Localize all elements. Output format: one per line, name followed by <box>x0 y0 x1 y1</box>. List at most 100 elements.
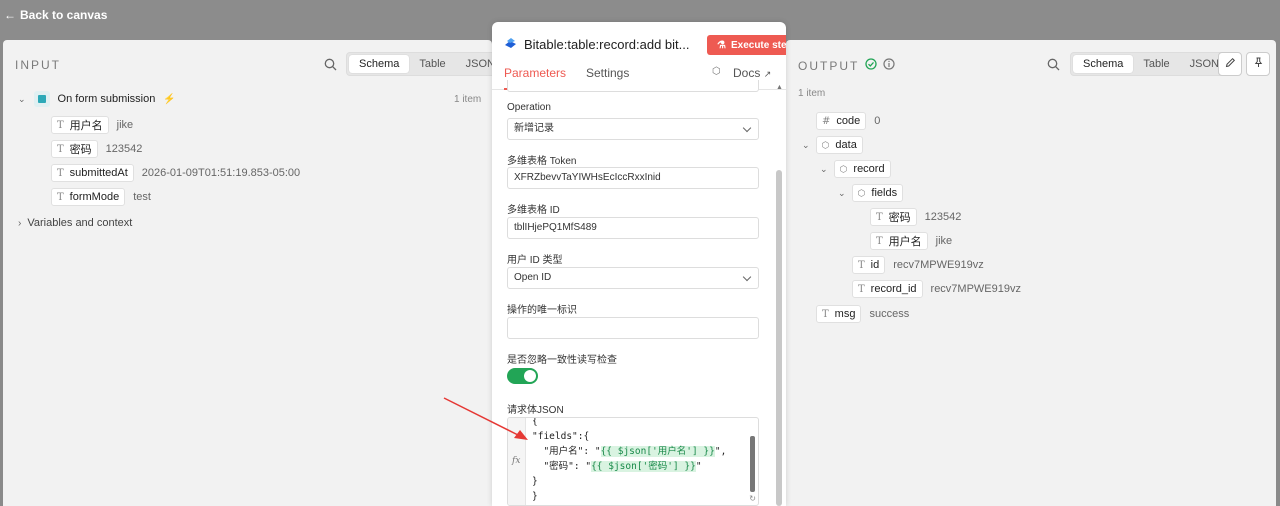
object-row: ⌄ ⬡ fields <box>838 184 904 202</box>
field-key[interactable]: ⬡ fields <box>851 184 904 202</box>
body-json-editor[interactable]: fx { "fields":{ "用户名": "{{ $json['用户名'] … <box>507 417 759 506</box>
chevron-down-icon[interactable]: ⌄ <box>838 188 846 199</box>
output-header: OUTPUT <box>798 58 895 73</box>
user-id-type-label: 用户 ID 类型 <box>507 255 563 266</box>
object-type-icon: ⬡ <box>839 163 848 174</box>
object-row: ⌄ ⬡ record <box>820 160 891 178</box>
execute-label: Execute step <box>730 39 786 51</box>
token-label: 多维表格 Token <box>507 156 577 167</box>
lightning-icon: ⚡ <box>163 93 176 105</box>
back-to-canvas-button[interactable]: ← Back to canvas <box>4 8 107 22</box>
output-item-count: 1 item <box>798 88 826 99</box>
field-row: Trecord_id recv7MPWE919vz <box>852 280 1021 298</box>
search-icon[interactable] <box>319 53 341 75</box>
field-key[interactable]: ⬡ record <box>833 160 891 178</box>
back-label: Back to canvas <box>20 8 108 22</box>
text-type-icon: T <box>822 308 829 320</box>
operation-label: Operation <box>507 102 551 113</box>
field-key[interactable]: T 密码 <box>870 208 917 226</box>
search-icon[interactable] <box>1042 53 1064 75</box>
text-type-icon: T <box>876 235 883 247</box>
node-editor-header: Bitable:table:record:add bit... ⚗ Execut… <box>492 22 786 66</box>
table-id-label: 多维表格 ID <box>507 205 560 216</box>
input-view-toggle: Schema Table JSON <box>346 52 508 76</box>
scroll-up-icon[interactable]: ▲ <box>776 84 783 91</box>
field-row: TformMode test <box>51 188 151 206</box>
field-value: recv7MPWE919vz <box>930 283 1022 295</box>
input-tab-table[interactable]: Table <box>409 55 455 73</box>
field-key[interactable]: T 用户名 <box>51 116 109 134</box>
output-panel: OUTPUT Schema Table JSON 1 item # code 0 … <box>786 40 1276 506</box>
form-node-icon <box>33 91 50 107</box>
output-view-toggle: Schema Table JSON <box>1070 52 1232 76</box>
node-title[interactable]: Bitable:table:record:add bit... <box>524 37 690 52</box>
field-value: success <box>869 308 910 320</box>
code-scrollbar-thumb[interactable] <box>750 436 755 492</box>
text-type-icon: T <box>57 191 64 203</box>
object-row: ⌄ ⬡ data <box>802 136 863 154</box>
input-tab-schema[interactable]: Schema <box>349 55 410 73</box>
object-type-icon: ⬡ <box>821 139 830 150</box>
field-value: 123542 <box>924 211 962 223</box>
field-key[interactable]: T 用户名 <box>870 232 928 250</box>
field-key[interactable]: Tid <box>852 256 886 274</box>
field-row: T 用户名 jike <box>870 232 952 250</box>
output-title: OUTPUT <box>798 58 860 73</box>
external-link-icon: ↗ <box>763 69 772 79</box>
cube-icon: ⬡ <box>712 66 721 77</box>
text-type-icon: T <box>57 167 64 179</box>
info-icon[interactable] <box>883 58 895 73</box>
arrow-left-icon: ← <box>4 8 16 22</box>
node-row[interactable]: ⌄ On form submission ⚡ <box>18 91 176 107</box>
field-key[interactable]: Tmsg <box>816 305 862 323</box>
field-row: Tid recv7MPWE919vz <box>852 256 984 274</box>
chevron-down-icon[interactable]: ⌄ <box>820 164 828 175</box>
object-type-icon: ⬡ <box>857 187 866 198</box>
execute-step-button[interactable]: ⚗ Execute step <box>707 35 786 55</box>
field-row: T 用户名 jike <box>51 116 133 134</box>
text-type-icon: T <box>876 211 883 223</box>
field-key[interactable]: # code <box>816 112 867 130</box>
pin-output-button[interactable] <box>1246 52 1270 76</box>
input-panel: INPUT Schema Table JSON ⌄ On form submis… <box>3 40 508 506</box>
text-type-icon: T <box>57 119 64 131</box>
operation-select[interactable]: 新增记录 <box>507 118 759 140</box>
input-title: INPUT <box>15 58 61 72</box>
code-content[interactable]: { "fields":{ "用户名": "{{ $json['用户名'] }}"… <box>532 418 726 504</box>
ignore-consistency-toggle[interactable] <box>507 368 538 384</box>
field-row: T 密码 123542 <box>51 140 142 158</box>
output-tab-table[interactable]: Table <box>1133 55 1179 73</box>
expression-fx-icon: fx <box>512 456 521 466</box>
editor-scrollbar-thumb[interactable] <box>776 170 782 506</box>
previous-field[interactable] <box>507 80 759 92</box>
field-value: test <box>133 191 151 203</box>
check-circle-icon <box>865 58 877 73</box>
field-key[interactable]: ⬡ data <box>815 136 863 154</box>
input-item-count: 1 item <box>454 94 482 105</box>
field-row: Tmsg success <box>816 305 909 323</box>
field-value: 123542 <box>105 143 143 155</box>
chevron-right-icon: › <box>18 217 22 229</box>
field-key[interactable]: TsubmittedAt <box>51 164 134 182</box>
edit-output-button[interactable] <box>1218 52 1242 76</box>
text-type-icon: T <box>57 143 64 155</box>
field-value: 0 <box>874 115 881 127</box>
field-key[interactable]: Trecord_id <box>852 280 923 298</box>
table-id-input[interactable]: tblIHjePQ1MfS489 <box>507 217 759 239</box>
unique-id-input[interactable] <box>507 317 759 339</box>
number-type-icon: # <box>822 115 831 127</box>
output-tab-schema[interactable]: Schema <box>1073 55 1134 73</box>
chevron-down-icon[interactable]: ⌄ <box>18 94 26 105</box>
field-value: jike <box>116 119 134 131</box>
field-row: # code 0 <box>816 112 880 130</box>
field-key[interactable]: T 密码 <box>51 140 98 158</box>
token-input[interactable]: XFRZbevvTaYIWHsEcIccRxxInid <box>507 167 759 189</box>
chevron-down-icon[interactable]: ⌄ <box>802 140 810 151</box>
user-id-type-select[interactable]: Open ID <box>507 267 759 289</box>
body-json-label: 请求体JSON <box>507 405 564 416</box>
field-key[interactable]: TformMode <box>51 188 126 206</box>
unique-id-label: 操作的唯一标识 <box>507 305 577 316</box>
variables-toggle[interactable]: › Variables and context <box>18 217 132 229</box>
resize-handle-icon[interactable]: ↻ <box>749 494 756 503</box>
pin-icon <box>1253 57 1264 71</box>
